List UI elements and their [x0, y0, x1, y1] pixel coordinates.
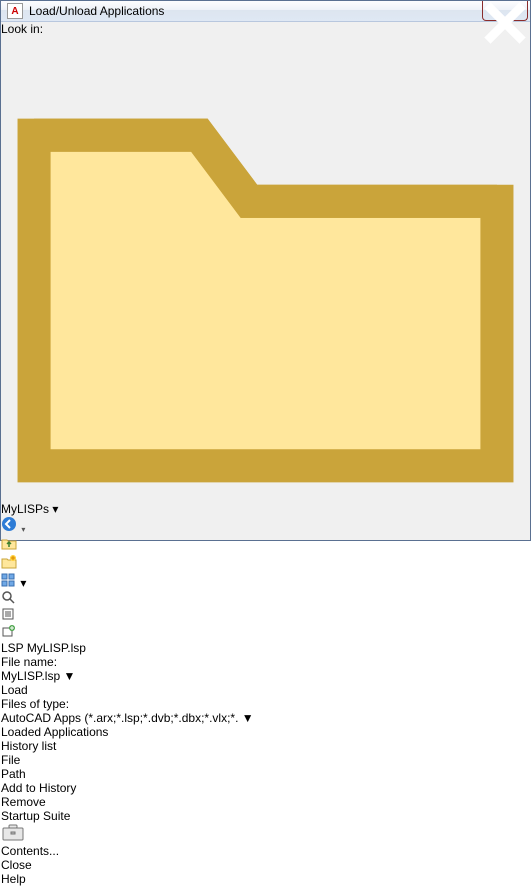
- filetype-value: AutoCAD Apps (*.arx;*.lsp;*.dvb;*.dbx;*.…: [1, 711, 238, 725]
- filename-row: File name: MyLISP.lsp ▼ Load: [1, 655, 530, 697]
- right-panel: Add to History Remove Startup Suite: [1, 781, 530, 858]
- lookin-row: Look in: MyLISPs ▾ ▾: [1, 22, 530, 590]
- search-location-button[interactable]: [1, 590, 530, 607]
- chevron-down-icon: ▾: [52, 502, 58, 516]
- startup-suite-button[interactable]: [1, 823, 530, 844]
- filename-label: File name:: [1, 655, 57, 669]
- help-button-label: Help: [1, 872, 26, 886]
- help-button[interactable]: Help: [1, 872, 79, 886]
- file-pane-wrap: LSP MyLISP.lsp: [1, 641, 530, 655]
- back-icon: [1, 516, 17, 532]
- funnel-icon: [1, 607, 15, 621]
- add-to-history-label: Add to History: [1, 781, 76, 795]
- tab-headers: Loaded Applications History list: [1, 725, 530, 753]
- views-icon: [1, 573, 17, 587]
- folder-icon: [1, 488, 530, 502]
- tab-body: File Path: [1, 753, 530, 781]
- filename-input[interactable]: MyLISP.lsp ▼: [1, 669, 530, 683]
- add-to-history-checkbox[interactable]: Add to History: [1, 781, 530, 795]
- load-button[interactable]: Load: [1, 683, 530, 697]
- lookin-dropdown[interactable]: MyLISPs ▾: [1, 36, 530, 516]
- chevron-down-icon: ▼: [242, 711, 254, 725]
- lookin-label: Look in:: [1, 22, 43, 36]
- startup-suite-group: Startup Suite Contents...: [1, 809, 530, 858]
- dialog-body: Look in: MyLISPs ▾ ▾: [1, 22, 530, 886]
- chevron-down-icon: ▾: [21, 525, 25, 534]
- tab-loaded-applications[interactable]: Loaded Applications: [1, 725, 530, 739]
- filetype-dropdown[interactable]: AutoCAD Apps (*.arx;*.lsp;*.dvb;*.dbx;*.…: [1, 711, 530, 725]
- close-button-label: Close: [1, 858, 32, 872]
- close-button[interactable]: Close: [1, 858, 79, 872]
- tab-history-list[interactable]: History list: [1, 739, 530, 753]
- add-location-button[interactable]: [1, 624, 530, 641]
- chevron-down-icon: ▼: [63, 669, 75, 683]
- dialog-window: A Load/Unload Applications Look in: MyLI…: [0, 0, 531, 541]
- lookin-value: MyLISPs: [1, 502, 49, 516]
- remove-button-label: Remove: [1, 795, 46, 809]
- bottom-bar: Close Help: [1, 858, 530, 886]
- tabs-left: Loaded Applications History list File Pa…: [1, 725, 530, 781]
- file-item-name: MyLISP.lsp: [27, 641, 86, 655]
- briefcase-icon: [1, 823, 25, 841]
- startup-suite-label: Startup Suite: [1, 809, 530, 823]
- app-icon: A: [7, 3, 23, 19]
- titlebar: A Load/Unload Applications: [1, 1, 530, 22]
- views-button[interactable]: ▾: [1, 573, 530, 590]
- new-folder-button[interactable]: [1, 554, 530, 573]
- file-list[interactable]: LSP MyLISP.lsp: [1, 641, 530, 655]
- lsp-file-icon: LSP: [1, 641, 23, 655]
- contents-button[interactable]: Contents...: [1, 844, 91, 858]
- right-toolbar: [1, 590, 530, 641]
- back-button[interactable]: ▾: [1, 516, 530, 535]
- load-button-label: Load: [1, 683, 28, 697]
- window-buttons: [482, 1, 530, 21]
- filetype-label: Files of type:: [1, 697, 69, 711]
- nav-toolbar: ▾ ▾: [1, 516, 530, 590]
- filter-button[interactable]: [1, 607, 530, 624]
- file-item[interactable]: LSP MyLISP.lsp: [1, 641, 530, 655]
- filename-value: MyLISP.lsp: [1, 669, 60, 683]
- history-list[interactable]: File Path: [1, 753, 530, 781]
- filetype-row: Files of type: AutoCAD Apps (*.arx;*.lsp…: [1, 697, 530, 725]
- new-folder-icon: [1, 554, 17, 570]
- col-file-header[interactable]: File: [1, 753, 530, 767]
- tabs-area: Loaded Applications History list File Pa…: [1, 725, 530, 858]
- list-header: File Path: [1, 753, 530, 781]
- up-folder-icon: [1, 535, 17, 551]
- search-icon: [1, 590, 15, 604]
- remove-button: Remove: [1, 795, 101, 809]
- window-close-button[interactable]: [482, 1, 528, 21]
- window-title: Load/Unload Applications: [29, 4, 482, 18]
- up-folder-button[interactable]: [1, 535, 530, 554]
- add-location-icon: [1, 624, 15, 638]
- col-path-header[interactable]: Path: [1, 767, 530, 781]
- chevron-down-icon: ▾: [20, 576, 26, 590]
- contents-button-label: Contents...: [1, 844, 59, 858]
